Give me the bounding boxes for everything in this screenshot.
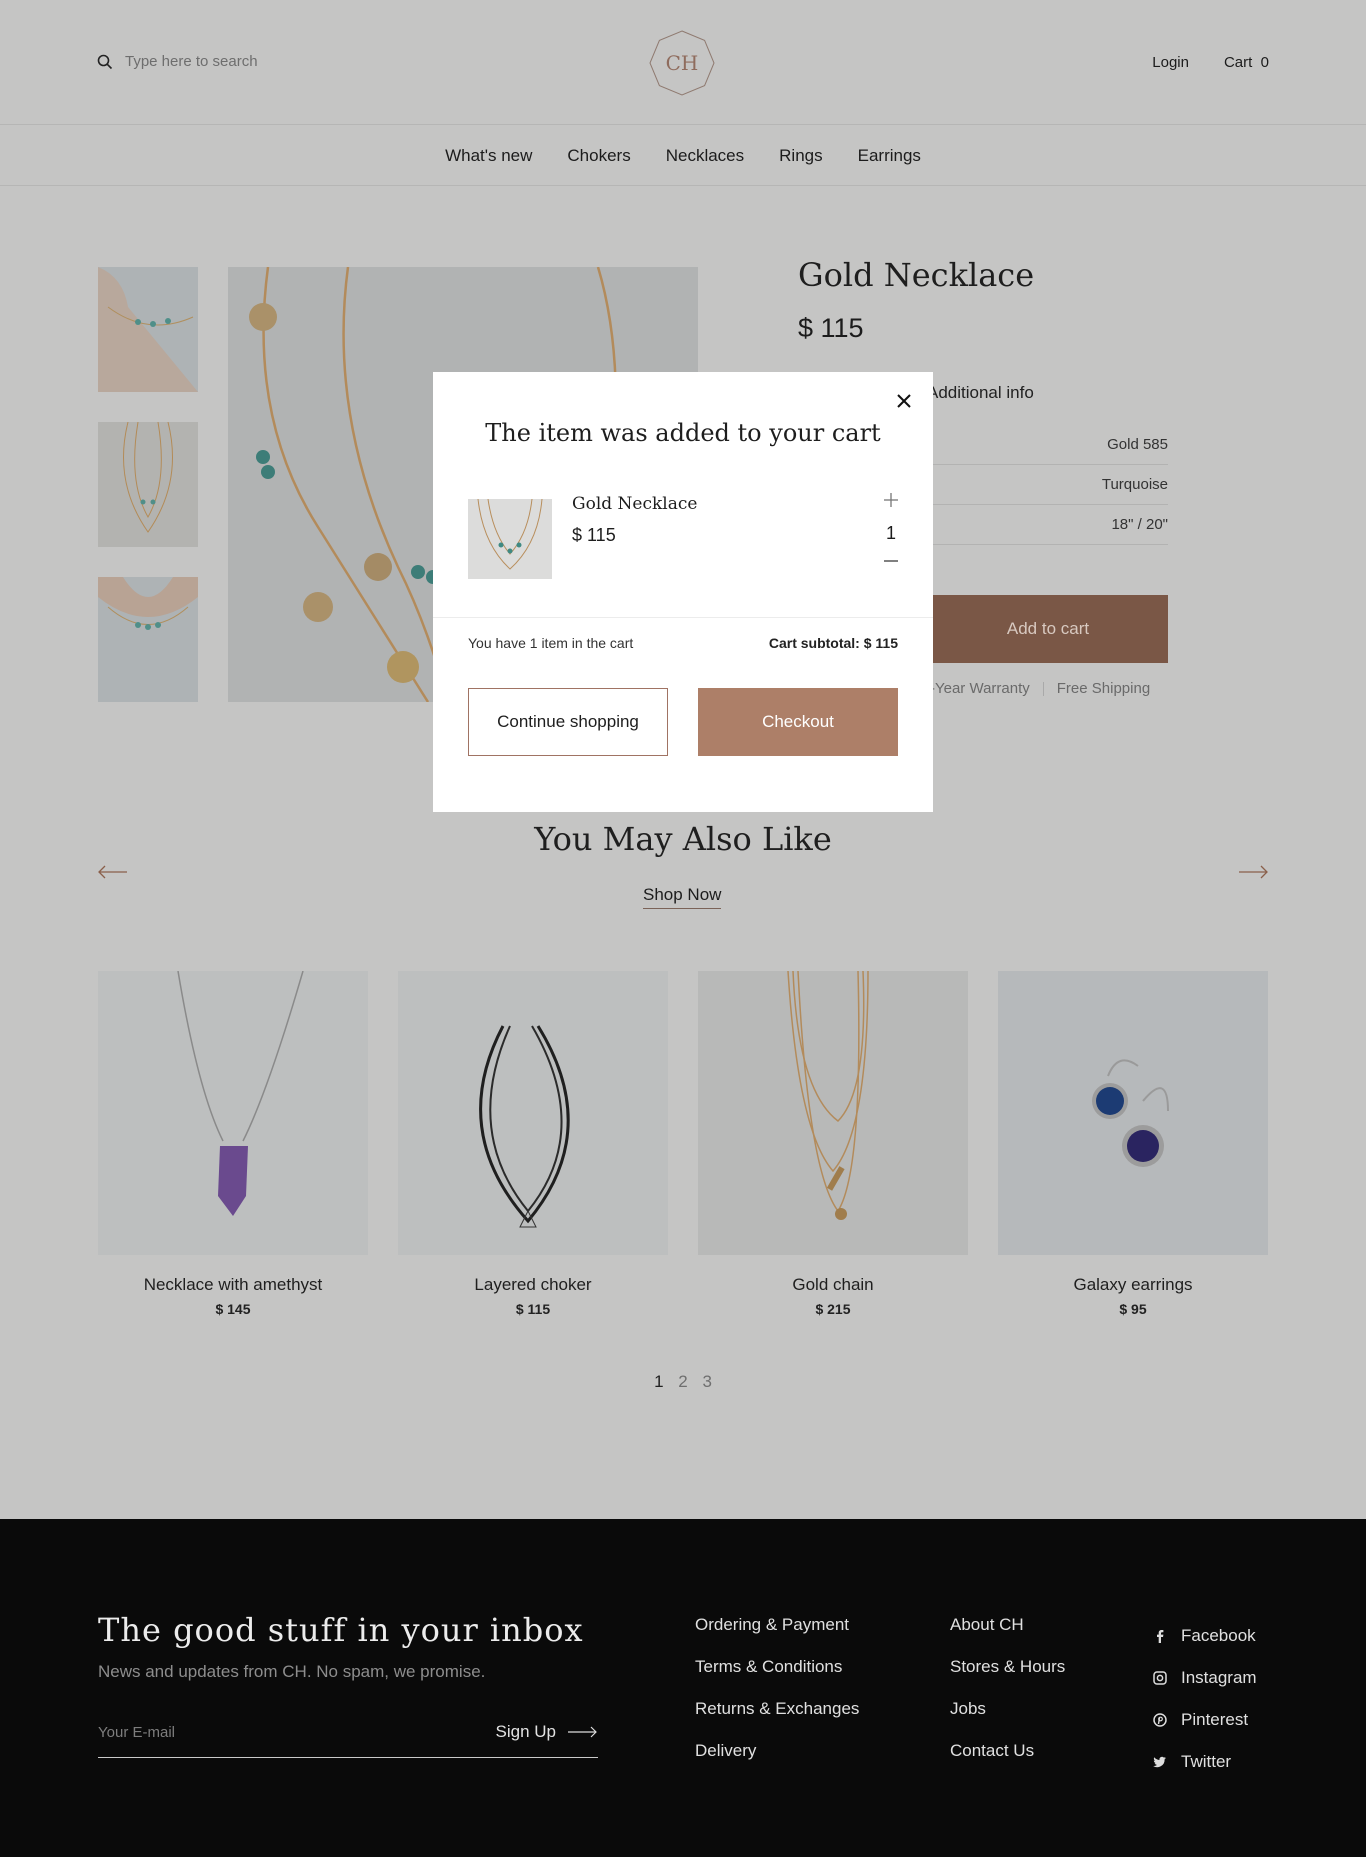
cart-item-thumbnail <box>468 499 552 579</box>
continue-shopping-button[interactable]: Continue shopping <box>468 688 668 756</box>
cart-item-count: You have 1 item in the cart <box>468 635 634 651</box>
added-to-cart-modal: The item was added to your cart Gold Nec… <box>433 372 933 812</box>
minus-icon[interactable] <box>883 559 899 563</box>
close-icon[interactable] <box>893 390 915 412</box>
cart-item-price: $ 115 <box>572 525 616 545</box>
modal-title: The item was added to your cart <box>485 419 881 447</box>
cart-item-name: Gold Necklace <box>572 494 698 514</box>
checkout-button[interactable]: Checkout <box>698 688 898 756</box>
cart-subtotal: Cart subtotal: $ 115 <box>768 635 898 651</box>
modal-overlay[interactable]: The item was added to your cart Gold Nec… <box>0 0 1366 1857</box>
divider <box>433 617 933 618</box>
quantity-value: 1 <box>885 523 896 543</box>
plus-icon[interactable] <box>883 492 899 508</box>
